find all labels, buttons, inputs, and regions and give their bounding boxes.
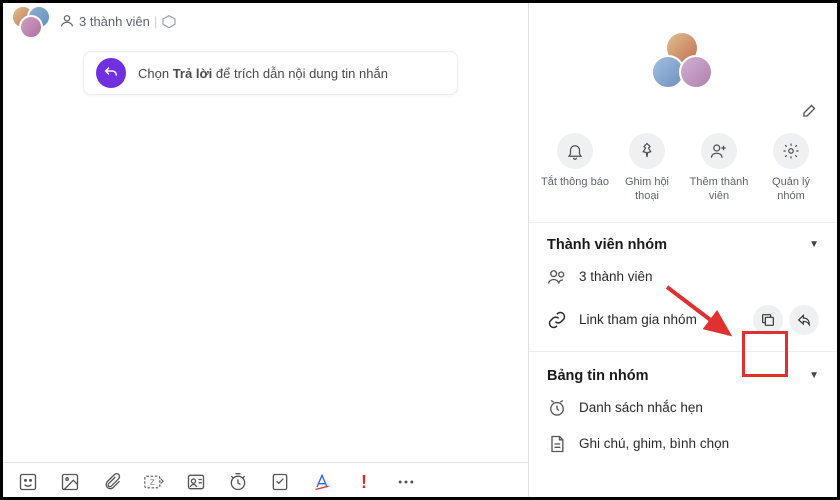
members-count-row[interactable]: 3 thành viên	[547, 253, 819, 289]
note-icon	[547, 434, 567, 454]
svg-text:Z: Z	[150, 478, 155, 487]
input-toolbar: Z !	[3, 462, 528, 497]
add-member-action[interactable]: Thêm thành viên	[685, 133, 753, 204]
alarm-icon	[547, 398, 567, 418]
share-icon	[796, 312, 812, 328]
members-section: Thành viên nhóm ▼ 3 thành viên Link tham…	[529, 223, 837, 358]
reminder-icon[interactable]	[227, 471, 249, 493]
edit-name-button[interactable]	[801, 101, 819, 119]
attachment-icon[interactable]	[101, 471, 123, 493]
chevron-down-icon: ▼	[809, 239, 819, 250]
people-icon	[547, 267, 567, 287]
image-icon[interactable]	[59, 471, 81, 493]
reply-hint: Chọn Trả lời để trích dẫn nội dung tin n…	[83, 51, 458, 95]
join-link-row[interactable]: Link tham gia nhóm	[547, 289, 819, 343]
notes-row[interactable]: Ghi chú, ghim, bình chọn	[547, 420, 819, 456]
group-avatar-small[interactable]	[11, 5, 53, 37]
info-panel: Tắt thông báo Ghim hội thoại Thêm thành …	[529, 3, 837, 497]
sticker-icon[interactable]	[17, 471, 39, 493]
screenshot-icon[interactable]: Z	[143, 471, 165, 493]
tag-icon[interactable]	[161, 13, 177, 29]
copy-link-button[interactable]	[753, 305, 783, 335]
chat-panel: 3 thành viên | Chọn Trả lời để trích dẫn…	[3, 3, 529, 497]
link-icon	[547, 310, 567, 330]
reply-hint-icon	[96, 58, 126, 88]
share-link-button[interactable]	[789, 305, 819, 335]
reminders-row[interactable]: Danh sách nhắc hẹn	[547, 384, 819, 420]
pin-action[interactable]: Ghim hội thoại	[613, 133, 681, 204]
task-icon[interactable]	[269, 471, 291, 493]
copy-icon	[760, 312, 776, 328]
mute-action[interactable]: Tắt thông báo	[541, 133, 609, 204]
members-icon	[59, 13, 75, 29]
format-icon[interactable]	[311, 471, 333, 493]
add-user-icon	[710, 142, 728, 160]
board-section-header[interactable]: Bảng tin nhóm ▼	[547, 368, 819, 384]
pin-icon	[638, 142, 656, 160]
gear-icon	[782, 142, 800, 160]
manage-action[interactable]: Quản lý nhóm	[757, 133, 825, 204]
member-count: 3 thành viên	[79, 14, 150, 29]
priority-icon[interactable]: !	[353, 471, 375, 493]
board-section: Bảng tin nhóm ▼ Danh sách nhắc hẹn Ghi c…	[529, 358, 837, 462]
chevron-down-icon: ▼	[809, 370, 819, 381]
chat-message-area[interactable]	[3, 95, 528, 462]
more-icon[interactable]	[395, 471, 417, 493]
members-section-header[interactable]: Thành viên nhóm ▼	[547, 237, 819, 253]
chat-header: 3 thành viên |	[3, 3, 528, 45]
bell-icon	[566, 142, 584, 160]
contact-card-icon[interactable]	[185, 471, 207, 493]
group-avatar-large[interactable]	[651, 31, 715, 95]
quick-actions: Tắt thông báo Ghim hội thoại Thêm thành …	[529, 119, 837, 223]
